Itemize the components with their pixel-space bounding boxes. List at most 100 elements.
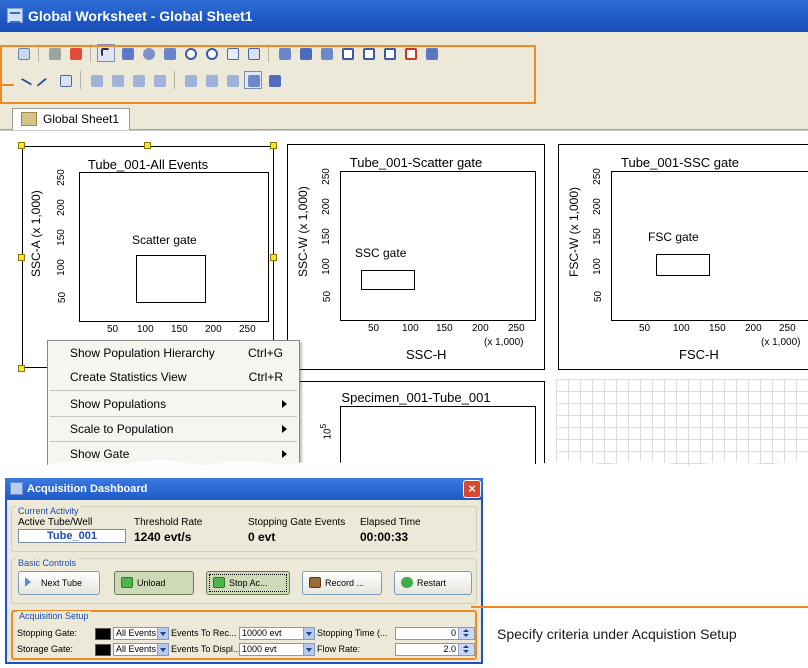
spinner-icon[interactable] [458, 644, 474, 655]
fsc-gate-rectangle[interactable] [656, 254, 710, 276]
selection-handle[interactable] [18, 365, 25, 372]
stop-acquiring-button[interactable]: Stop Ac... [206, 571, 290, 595]
acquisition-dashboard-window: Acquisition Dashboard × Current Activity… [5, 478, 483, 664]
toolbar-highlight-box [0, 45, 536, 104]
record-icon [309, 577, 321, 588]
plot-all-events[interactable]: Tube_001-All Events SSC-A (x 1,000) Scat… [22, 146, 274, 368]
ssc-gate-rectangle[interactable] [361, 270, 415, 290]
submenu-arrow-icon [282, 450, 287, 458]
scatter-gate-rectangle[interactable] [136, 255, 206, 303]
y-tick: 200 [55, 199, 67, 216]
elapsed-time-label: Elapsed Time [360, 517, 421, 528]
next-tube-icon [25, 577, 31, 587]
x-tick: 150 [709, 323, 726, 334]
menu-item-scale-to-population[interactable]: Scale to Population [48, 417, 299, 441]
storage-gate-select[interactable]: All Events [113, 643, 169, 656]
button-label: Unload [137, 578, 166, 588]
active-tube-label: Active Tube/Well [18, 517, 93, 528]
select-value: 10000 evt [242, 628, 282, 638]
x-tick: 50 [639, 323, 651, 334]
y-tick: 150 [591, 228, 603, 245]
plot-specimen-tube[interactable]: Specimen_001-Tube_001 105 104 [287, 381, 545, 466]
tab-label: Global Sheet1 [43, 112, 120, 126]
plot-x-label: SSC-H [406, 347, 447, 362]
selection-handle[interactable] [270, 254, 277, 261]
dashboard-title-bar[interactable]: Acquisition Dashboard × [5, 478, 483, 500]
menu-item-show-population-hierarchy[interactable]: Show Population Hierarchy Ctrl+G [48, 341, 299, 365]
selection-handle[interactable] [144, 142, 151, 149]
menu-item-show-populations[interactable]: Show Populations [48, 392, 299, 416]
x-tick: 200 [745, 323, 762, 334]
menu-item-label: Create Statistics View [70, 370, 187, 384]
y-tick-base: 10 [322, 428, 334, 440]
plot-x-unit: (x 1,000) [484, 337, 524, 348]
select-value: All Events [116, 644, 157, 654]
tab-global-sheet1[interactable]: Global Sheet1 [12, 108, 131, 130]
selection-handle[interactable] [18, 142, 25, 149]
worksheet-title-bar[interactable]: Global Worksheet - Global Sheet1 [0, 0, 808, 32]
y-tick-exponent: 5 [318, 423, 329, 429]
next-tube-button[interactable]: Next Tube [18, 571, 100, 595]
y-tick: 250 [320, 168, 332, 185]
spinner-icon[interactable] [458, 628, 474, 639]
x-tick: 100 [402, 323, 419, 334]
x-tick: 250 [239, 324, 256, 335]
y-tick: 50 [57, 291, 69, 304]
events-to-display-select[interactable]: 1000 evt [239, 643, 315, 656]
dashboard-app-icon [10, 482, 23, 495]
group-title: Current Activity [16, 506, 81, 516]
plot-y-label: SSC-W (x 1,000) [296, 186, 310, 277]
plot-title: Specimen_001-Tube_001 [341, 390, 491, 405]
stopping-gate-select[interactable]: All Events [113, 627, 169, 640]
x-tick: 150 [436, 323, 453, 334]
restart-button[interactable]: Restart [394, 571, 472, 595]
y-tick: 105 [318, 424, 333, 440]
field-value: 0 [450, 628, 456, 638]
selection-handle[interactable] [18, 254, 25, 261]
callout-text: Specify criteria under Acquistion Setup [497, 626, 737, 642]
plot-scatter-gate[interactable]: Tube_001-Scatter gate SSC-W (x 1,000) SS… [287, 144, 545, 370]
menu-item-label: Show Population Hierarchy [70, 346, 215, 360]
stopping-gate-color [95, 628, 111, 640]
threshold-rate-value: 1240 evt/s [134, 530, 192, 544]
selection-handle[interactable] [270, 142, 277, 149]
toolbar-callout-line [0, 84, 14, 86]
y-tick: 200 [320, 198, 332, 215]
submenu-arrow-icon [282, 425, 287, 433]
record-data-button[interactable]: Record ... [302, 571, 382, 595]
worksheet-window: Global Worksheet - Global Sheet1 Global … [0, 0, 808, 466]
acquisition-setup-group: Acquisition Setup Stopping Gate: All Eve… [11, 610, 477, 660]
menu-item-create-statistics-view[interactable]: Create Statistics View Ctrl+R [48, 365, 299, 389]
storage-gate-color [95, 644, 111, 656]
stopping-time-field[interactable]: 0 [395, 627, 475, 640]
plot-ssc-gate[interactable]: Tube_001-SSC gate FSC-W (x 1,000) FSC ga… [558, 144, 808, 370]
menu-separator [50, 390, 297, 391]
plot-context-menu: Show Population Hierarchy Ctrl+G Create … [47, 340, 300, 466]
worksheet-app-icon [7, 8, 23, 23]
group-title: Acquisition Setup [17, 611, 91, 621]
plot-y-label: SSC-A (x 1,000) [29, 190, 43, 277]
unload-button[interactable]: Unload [114, 571, 194, 595]
x-tick: 100 [137, 324, 154, 335]
menu-item-label: Show Gate [70, 447, 130, 461]
active-tube-field[interactable]: Tube_001 [18, 529, 126, 543]
x-tick: 250 [508, 323, 525, 334]
worksheet-title: Global Worksheet - Global Sheet1 [28, 8, 253, 24]
current-activity-group: Current Activity Active Tube/Well Tube_0… [11, 506, 477, 552]
elapsed-time-value: 00:00:33 [360, 530, 409, 544]
chevron-down-icon [303, 628, 314, 639]
chevron-down-icon [157, 628, 168, 639]
y-tick: 250 [591, 168, 603, 185]
plot-x-label: FSC-H [679, 347, 719, 362]
button-label: Restart [417, 578, 447, 588]
restart-icon [401, 577, 413, 588]
ssc-gate-label: SSC gate [355, 246, 407, 260]
button-label: Stop Ac... [229, 578, 268, 588]
button-label: Record ... [325, 578, 365, 588]
basic-controls-group: Basic Controls Next Tube Unload Stop Ac.… [11, 558, 477, 604]
close-icon[interactable]: × [463, 480, 481, 498]
y-tick: 100 [55, 259, 67, 276]
sheet-tab-icon [21, 112, 37, 126]
events-to-record-select[interactable]: 10000 evt [239, 627, 315, 640]
flow-rate-field[interactable]: 2.0 [395, 643, 475, 656]
